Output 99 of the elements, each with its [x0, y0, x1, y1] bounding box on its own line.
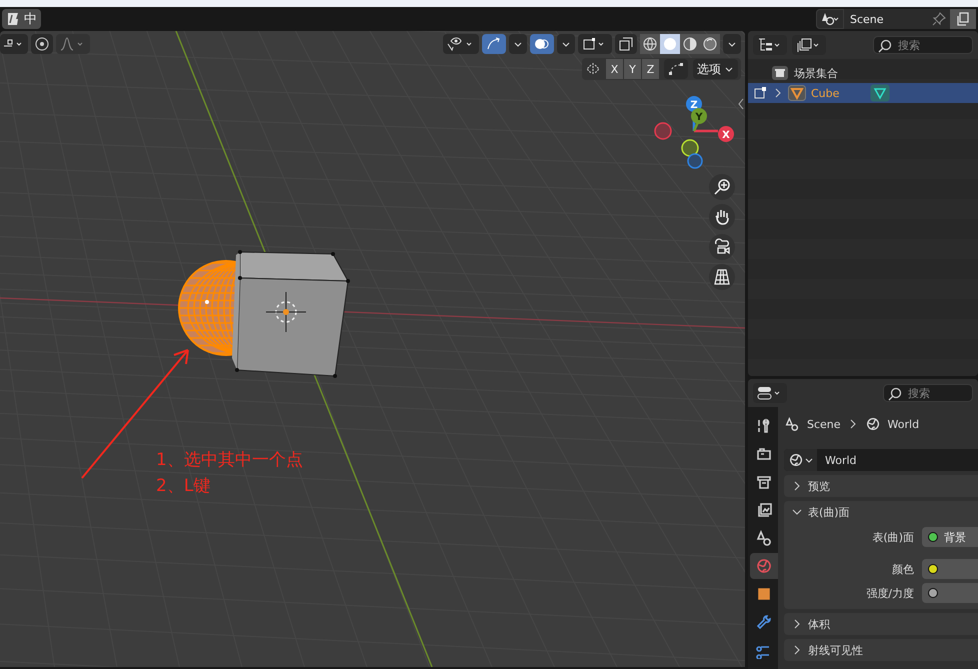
y-axis-line	[692, 122, 700, 132]
filter-dropdown[interactable]	[792, 35, 826, 55]
socket-field[interactable]: 背景	[922, 527, 978, 547]
vertex-square-icon	[752, 86, 768, 100]
outliner-item[interactable]: 场景集合	[748, 63, 978, 83]
axis-toggle[interactable]: Y	[624, 59, 641, 79]
camera-icon	[713, 238, 731, 256]
x-axis-handle[interactable]: X	[718, 126, 734, 142]
panel-title: 预览	[808, 478, 830, 494]
field-value: 背景	[944, 530, 966, 544]
outliner-item[interactable]: Cube	[748, 83, 978, 103]
camera-icon	[755, 445, 773, 463]
xray-toggle-button[interactable]	[615, 34, 637, 54]
solid-sphere-icon	[663, 37, 677, 51]
negative-x-handle[interactable]	[654, 122, 672, 140]
proportional-editing-button[interactable]	[31, 34, 53, 54]
item-label: 场景集合	[794, 66, 838, 80]
scene-type-dropdown[interactable]	[816, 9, 844, 29]
annotation-text: 1、选中其中一个点	[156, 449, 303, 472]
search-field[interactable]: 搜索	[883, 384, 973, 402]
axis-toggle[interactable]: X	[606, 59, 623, 79]
shading-mode-button[interactable]	[680, 34, 700, 54]
falloff-dropdown[interactable]	[56, 34, 90, 54]
transform-pivot-dropdown[interactable]	[0, 34, 28, 54]
shapes-icon	[821, 12, 839, 26]
globe-icon	[755, 557, 773, 575]
3d-viewport[interactable]: X Y Z 选项 Z Y X 1、选中其中一个点 2、L键	[0, 31, 745, 669]
gizmo-dropdown[interactable]	[509, 34, 527, 54]
field-label: 强度/力度	[865, 586, 914, 600]
chevron-right-icon	[792, 644, 802, 656]
overlays-toggle-button[interactable]	[530, 34, 554, 54]
x-axis-line	[694, 130, 718, 132]
globe-icon	[788, 452, 804, 468]
xray-squares-icon	[619, 37, 633, 51]
dashed-arc-icon	[668, 62, 684, 76]
panel-header[interactable]: 体积	[784, 613, 978, 635]
collection-box-icon	[771, 65, 789, 81]
copy-icon	[956, 12, 970, 26]
zoom-in-icon	[713, 178, 731, 196]
socket-field[interactable]	[922, 583, 978, 603]
arrow-curve-icon	[486, 37, 502, 51]
panel-title: 射线可见性	[808, 642, 863, 658]
chevron-right-icon	[848, 418, 858, 430]
navigation-gizmo[interactable]: Z Y X	[650, 90, 740, 180]
editor-type-dropdown[interactable]	[753, 383, 787, 403]
search-field[interactable]: 搜索	[873, 36, 973, 54]
panel-title: 表(曲)面	[808, 504, 850, 520]
grid-icon	[713, 268, 731, 286]
options-dropdown[interactable]: 选项	[693, 59, 738, 79]
chevron-right-icon	[792, 618, 802, 630]
breadcrumb-item: World	[888, 418, 920, 430]
auto-merge-button[interactable]	[664, 59, 688, 79]
globe-icon	[864, 416, 881, 432]
y-axis-handle[interactable]: Y	[691, 108, 707, 124]
world-browse-dropdown[interactable]	[784, 449, 817, 471]
shading-mode-button[interactable]	[700, 34, 720, 54]
3d-cursor-icon	[266, 292, 306, 332]
breadcrumb-item: Scene	[807, 418, 841, 430]
panel-header[interactable]: 预览	[784, 475, 978, 497]
printer-icon	[755, 473, 773, 491]
mesh-edit-overlays-dropdown[interactable]	[578, 34, 612, 54]
pin-icon[interactable]	[932, 12, 946, 26]
annotation-text: 2、L键	[156, 475, 212, 498]
visibility-dropdown[interactable]	[443, 34, 479, 54]
panel-title: 体积	[808, 616, 830, 632]
wireframe-sphere-icon	[643, 37, 657, 51]
negative-z-handle[interactable]	[687, 153, 703, 169]
chevron-left-icon[interactable]	[737, 98, 745, 110]
shading-mode-button[interactable]	[640, 34, 660, 54]
item-label: Cube	[811, 86, 840, 100]
hand-icon	[713, 208, 731, 226]
overlapping-circles-icon	[534, 37, 550, 51]
triangle-object-icon	[788, 85, 806, 101]
shapes-icon	[784, 416, 800, 432]
chevron-right-icon	[792, 480, 802, 492]
panel-header[interactable]: 表(曲)面	[784, 501, 978, 523]
socket-field[interactable]	[922, 559, 978, 579]
material-sphere-icon	[683, 37, 697, 51]
shapes-icon	[755, 529, 773, 547]
rendered-sphere-icon	[703, 37, 717, 51]
editor-menu[interactable]: 中	[2, 9, 41, 29]
overlays-dropdown[interactable]	[557, 34, 575, 54]
panel-header[interactable]: 射线可见性	[784, 639, 978, 661]
shading-dropdown[interactable]	[723, 34, 741, 54]
display-mode-dropdown[interactable]	[753, 35, 787, 55]
world-name-field[interactable]: World	[817, 454, 857, 466]
square-icon	[755, 585, 773, 603]
axis-toggle[interactable]: Z	[642, 59, 659, 79]
duplicate-scene-button[interactable]	[950, 9, 976, 29]
wrench-icon	[755, 613, 773, 631]
mirror-icon[interactable]	[585, 62, 601, 76]
target-circle-icon	[35, 37, 49, 51]
field-label: 表(曲)面	[871, 530, 914, 544]
workspace-label: 中	[24, 11, 37, 28]
field-label: 颜色	[891, 562, 914, 576]
images-icon	[755, 501, 773, 519]
mesh-data-icon[interactable]	[870, 84, 890, 102]
gizmo-toggle-button[interactable]	[482, 34, 506, 54]
chevron-right-icon[interactable]	[773, 87, 783, 99]
